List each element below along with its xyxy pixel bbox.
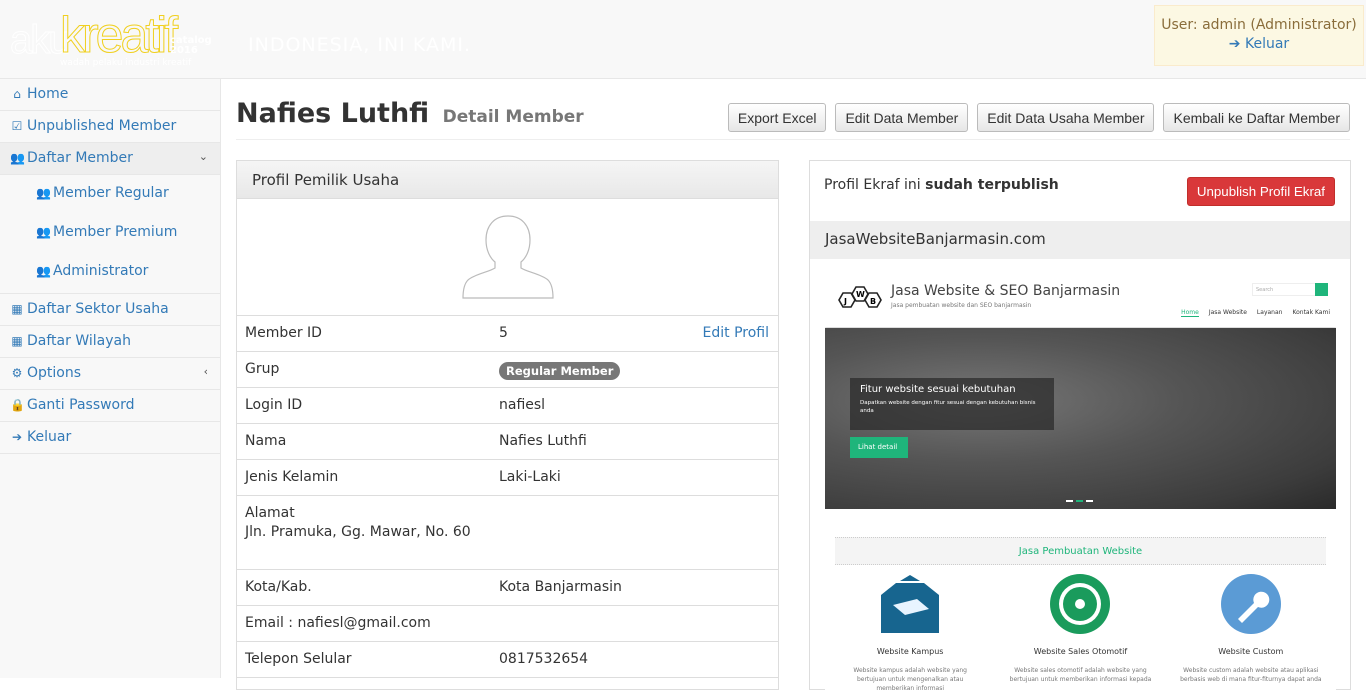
home-icon: ⌂	[13, 87, 21, 101]
publish-status: Profil Ekraf ini sudah terpublish Unpubl…	[810, 161, 1350, 221]
svg-text:W: W	[856, 290, 865, 299]
jwb-logo: JWB	[838, 286, 882, 308]
row-login-id: Login ID nafiesl	[237, 388, 778, 424]
sidebar-item-member-regular[interactable]: 👥 Member Regular	[0, 175, 220, 214]
wrench-icon	[1220, 574, 1281, 634]
svg-text:J: J	[843, 297, 847, 306]
ekraf-panel: Profil Ekraf ini sudah terpublish Unpubl…	[809, 160, 1351, 691]
sidebar-item-ganti-password[interactable]: 🔒 Ganti Password	[0, 390, 220, 422]
users-icon: 👥	[10, 151, 25, 165]
row-kota: Kota/Kab. Kota Banjarmasin	[237, 570, 778, 606]
sidebar-item-keluar[interactable]: ➔ Keluar	[0, 422, 220, 454]
group-badge: Regular Member	[499, 362, 621, 380]
slogan: INDONESIA, INI KAMI.	[248, 34, 471, 56]
edit-profile-link[interactable]: Edit Profil	[703, 325, 769, 341]
profile-heading: Profil Pemilik Usaha	[237, 161, 778, 199]
check-square-icon: ☑	[11, 119, 23, 133]
chevron-left-icon: ‹	[203, 365, 208, 378]
site-name-heading: JasaWebsiteBanjarmasin.com	[810, 221, 1350, 259]
table-icon: ▦	[11, 334, 23, 348]
sign-out-icon: ➔	[11, 430, 23, 444]
logout-link[interactable]: ➔ Keluar	[1229, 36, 1289, 52]
unpublish-button[interactable]: Unpublish Profil Ekraf	[1186, 177, 1335, 206]
user-label: User: admin (Administrator)	[1161, 17, 1357, 33]
row-nama: Nama Nafies Luthfi	[237, 424, 778, 460]
sidebar-item-administrator[interactable]: 👥 Administrator	[0, 253, 220, 292]
graduation-cap-icon	[881, 575, 940, 633]
sidebar-item-wilayah[interactable]: ▦ Daftar Wilayah	[0, 326, 220, 358]
export-excel-button[interactable]: Export Excel	[727, 103, 827, 132]
sidebar-item-unpublished[interactable]: ☑ Unpublished Member	[0, 111, 220, 143]
row-email: Email : nafiesl@gmail.com	[237, 606, 778, 642]
wheel-icon	[1050, 574, 1111, 634]
avatar	[237, 199, 778, 316]
lock-icon: 🔒	[10, 398, 25, 412]
sidebar-item-sektor-usaha[interactable]: ▦ Daftar Sektor Usaha	[0, 294, 220, 326]
table-icon: ▦	[11, 302, 23, 316]
users-icon: 👥	[36, 225, 51, 239]
row-alamat: Alamat Jln. Pramuka, Gg. Mawar, No. 60	[237, 496, 778, 570]
sign-out-icon: ➔	[1228, 36, 1241, 52]
page-subtitle: Detail Member	[442, 107, 584, 127]
page-title: Nafies Luthfi Detail Member	[236, 98, 584, 129]
edit-data-usaha-button[interactable]: Edit Data Usaha Member	[977, 103, 1155, 132]
profile-panel: Profil Pemilik Usaha Member ID 5 Edit Prof…	[236, 160, 779, 690]
preview-slider: Fitur website sesuai kebutuhan Dapatkan w…	[825, 328, 1336, 509]
users-icon: 👥	[36, 186, 51, 200]
row-grup: Grup Regular Member	[237, 352, 778, 388]
gears-icon: ⚙	[11, 366, 23, 380]
svg-text:B: B	[870, 297, 876, 306]
edit-data-member-button[interactable]: Edit Data Member	[835, 103, 969, 132]
sidebar: ⌂ Home ☑ Unpublished Member 👥 Daftar Member…	[0, 79, 221, 678]
preview-menu: Home Jasa Website Layanan Kontak Kami	[1181, 309, 1330, 317]
top-header: aku kreatif catalog 2016 wadah pelaku indu…	[0, 0, 1366, 79]
sidebar-item-home[interactable]: ⌂ Home	[0, 79, 220, 111]
row-jenis-kelamin: Jenis Kelamin Laki-Laki	[237, 460, 778, 496]
chevron-down-icon: ⌄	[198, 150, 208, 163]
logo[interactable]: aku kreatif catalog 2016 wadah pelaku indu…	[10, 7, 212, 70]
sidebar-item-daftar-member[interactable]: 👥 Daftar Member ⌄	[0, 143, 220, 175]
row-member-id: Member ID 5 Edit Profil	[237, 316, 778, 352]
sidebar-item-options[interactable]: ⚙ Options ‹	[0, 358, 220, 390]
preview-search: Search	[1252, 283, 1328, 296]
user-info-box: User: admin (Administrator) ➔ Keluar	[1154, 5, 1364, 66]
website-screenshot: JWB Jasa Website & SEO Banjarmasin Jasa …	[825, 271, 1336, 691]
divider	[236, 139, 1350, 140]
search-icon	[1315, 283, 1328, 296]
user-silhouette-icon	[461, 215, 554, 299]
users-icon: 👥	[36, 264, 51, 278]
service-custom: Website Custom Website custom adalah webs…	[1166, 571, 1336, 691]
service-kampus: Website Kampus Website kampus adalah webs…	[825, 571, 995, 691]
row-telepon: Telepon Selular 0817532654	[237, 642, 778, 678]
sidebar-item-member-premium[interactable]: 👥 Member Premium	[0, 214, 220, 253]
service-otomotif: Website Sales Otomotif Website sales otom…	[995, 571, 1165, 691]
back-to-list-button[interactable]: Kembali ke Daftar Member	[1163, 103, 1350, 132]
